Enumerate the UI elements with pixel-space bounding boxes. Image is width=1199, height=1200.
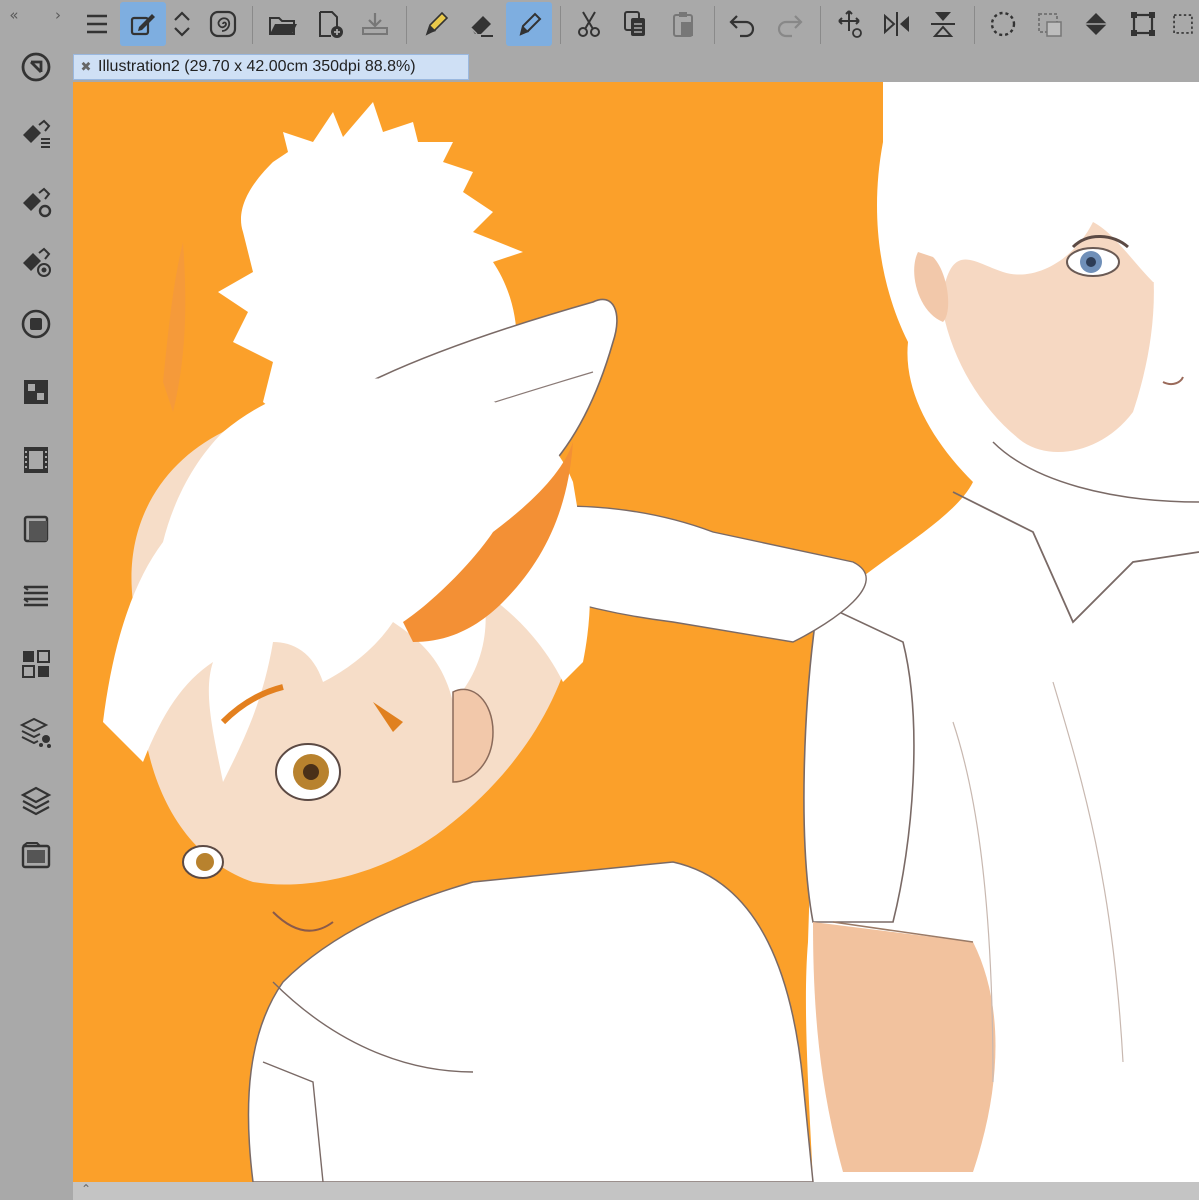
layers-icon	[20, 786, 52, 816]
spiral-button[interactable]	[200, 2, 246, 46]
cut-icon	[578, 11, 600, 37]
bottom-bar: ⌃	[73, 1182, 1199, 1200]
layers-button[interactable]	[14, 778, 58, 822]
undo-icon	[729, 15, 755, 38]
select-all-button[interactable]	[980, 2, 1026, 46]
drawing-canvas[interactable]	[73, 82, 1199, 1182]
flip-vertical-button[interactable]	[920, 2, 966, 46]
pen-button[interactable]	[412, 2, 458, 46]
layer-settings-icon	[19, 717, 51, 748]
left-sidebar	[0, 48, 72, 1200]
fill-icon	[1085, 13, 1107, 35]
layer-property-button[interactable]	[14, 574, 58, 618]
collapse-left-button[interactable]: «	[2, 4, 26, 26]
right-character	[803, 82, 1199, 1182]
brush-detail-icon	[23, 247, 51, 277]
document-tab[interactable]: ✖ Illustration2 (29.70 x 42.00cm 350dpi …	[73, 54, 469, 80]
open-folder-icon	[269, 17, 297, 35]
save-icon	[362, 13, 388, 35]
flip-vertical-icon	[931, 12, 955, 37]
color-circle-icon	[21, 309, 51, 339]
paste-icon	[673, 12, 693, 37]
film-icon	[24, 447, 48, 473]
layer-settings-button[interactable]	[14, 710, 58, 754]
deselect-button[interactable]	[1026, 2, 1072, 46]
gallery-button[interactable]	[14, 834, 58, 878]
menu-icon	[87, 14, 107, 34]
brush-list-icon	[23, 119, 51, 148]
undo-button[interactable]	[720, 2, 766, 46]
selection-button[interactable]	[1166, 2, 1199, 46]
brush-detail-button[interactable]	[14, 240, 58, 284]
copy-button[interactable]	[612, 2, 658, 46]
document-title: Illustration2 (29.70 x 42.00cm 350dpi 88…	[98, 58, 416, 75]
open-button[interactable]	[260, 2, 306, 46]
node-icon	[22, 650, 50, 678]
marker-icon	[519, 12, 542, 36]
color-grid-button[interactable]	[14, 370, 58, 414]
pen-icon	[425, 11, 449, 36]
redo-button[interactable]	[766, 2, 812, 46]
artwork-illustration	[103, 82, 1199, 1182]
redo-icon	[777, 15, 803, 38]
save-button[interactable]	[352, 2, 398, 46]
quick-access-button[interactable]	[14, 45, 58, 89]
layer-frame-button[interactable]	[14, 506, 58, 550]
transform-icon	[838, 10, 862, 38]
color-circle-button[interactable]	[14, 302, 58, 346]
marker-button[interactable]	[506, 2, 552, 46]
brush-settings-button[interactable]	[14, 180, 58, 224]
film-button[interactable]	[14, 438, 58, 482]
spiral-icon	[209, 10, 237, 38]
collapse-right-button[interactable]: ›	[46, 4, 70, 26]
layer-property-icon	[23, 585, 48, 607]
gallery-icon	[21, 842, 51, 869]
edit-tool-icon	[130, 14, 155, 36]
deselect-icon	[1038, 13, 1062, 37]
select-all-icon	[990, 11, 1016, 37]
color-grid-icon	[24, 380, 48, 404]
menu-button[interactable]	[74, 2, 120, 46]
clip-studio-window: « › ✖ Illustration2 (29.70 x 42.00cm 350…	[0, 0, 1199, 1200]
chevron-up-down-icon	[174, 11, 190, 37]
new-canvas-button[interactable]	[306, 2, 352, 46]
expand-panel-button[interactable]: ⌃	[81, 1182, 91, 1196]
quick-access-icon	[21, 52, 51, 82]
paste-button[interactable]	[660, 2, 706, 46]
flip-horizontal-icon	[884, 12, 909, 36]
transform-button[interactable]	[826, 2, 872, 46]
new-canvas-icon	[319, 11, 343, 38]
tab-close-button[interactable]: ✖	[74, 60, 98, 75]
crop-icon	[1131, 12, 1155, 36]
top-toolbar: « ›	[0, 0, 1199, 52]
copy-icon	[624, 11, 645, 36]
layer-frame-icon	[23, 515, 49, 543]
fill-button[interactable]	[1074, 2, 1120, 46]
cut-button[interactable]	[566, 2, 612, 46]
chevron-up-down-button[interactable]	[160, 2, 204, 46]
selection-icon	[1172, 14, 1193, 34]
eraser-icon	[470, 16, 493, 37]
eraser-button[interactable]	[458, 2, 504, 46]
crop-button[interactable]	[1120, 2, 1166, 46]
brush-settings-icon	[23, 187, 52, 218]
node-button[interactable]	[14, 642, 58, 686]
brush-list-button[interactable]	[14, 112, 58, 156]
flip-horizontal-button[interactable]	[874, 2, 920, 46]
